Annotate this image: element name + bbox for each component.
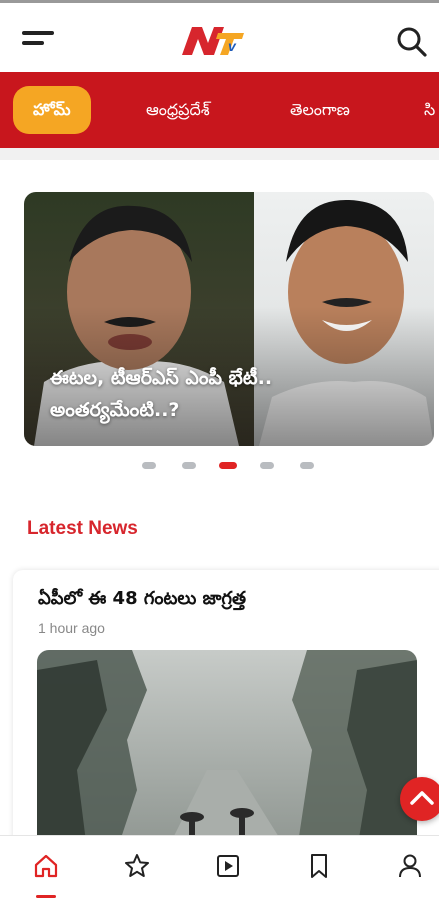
slider-dot[interactable] — [142, 462, 156, 469]
category-tab-bar: హోమ్ ఆంధ్రప్రదేశ్ తెలంగాణ సి — [0, 72, 439, 148]
ntv-logo[interactable]: v — [178, 21, 248, 61]
user-icon — [399, 854, 421, 878]
slider-dot[interactable] — [300, 462, 314, 469]
tab-more[interactable]: సి — [424, 86, 435, 134]
chevron-up-icon — [410, 791, 434, 805]
news-card-image[interactable] — [37, 650, 417, 850]
hamburger-menu-icon[interactable] — [22, 29, 56, 51]
tab-andhra-pradesh[interactable]: ఆంధ్రప్రదేశ్ — [146, 86, 210, 134]
nav-videos[interactable] — [212, 850, 244, 882]
svg-text:v: v — [228, 38, 237, 54]
slider-dot[interactable] — [260, 462, 274, 469]
divider — [0, 148, 439, 160]
slider-pagination — [0, 460, 439, 472]
search-icon[interactable] — [395, 25, 429, 59]
featured-slider[interactable]: ఈటల, టీఆర్ఎస్ ఎంపీ భేటీ.. అంతర్యమేంటి..? — [24, 192, 434, 446]
scroll-to-top-button[interactable] — [400, 777, 439, 821]
bookmark-icon — [311, 854, 327, 878]
top-app-bar: v — [0, 0, 439, 72]
nav-profile[interactable] — [394, 850, 426, 882]
nav-bookmarks[interactable] — [303, 850, 335, 882]
news-card[interactable]: ఏపీలో ఈ 48 గంటలు జాగ్రత్త 1 hour ago — [13, 570, 439, 850]
video-play-icon — [217, 855, 239, 877]
nav-active-indicator — [36, 895, 56, 898]
tab-telangana[interactable]: తెలంగాణ — [290, 86, 350, 134]
section-title-latest-news: Latest News — [27, 518, 138, 539]
slider-dot-active[interactable] — [219, 462, 237, 469]
home-icon — [34, 854, 58, 878]
star-icon — [125, 854, 149, 877]
news-card-timestamp: 1 hour ago — [38, 620, 105, 636]
nav-home[interactable] — [30, 850, 62, 882]
tab-home[interactable]: హోమ్ — [13, 86, 91, 134]
news-card-title[interactable]: ఏపీలో ఈ 48 గంటలు జాగ్రత్త — [38, 588, 246, 613]
nav-favorites[interactable] — [121, 850, 153, 882]
bottom-navigation — [0, 835, 439, 900]
main-content: ఈటల, టీఆర్ఎస్ ఎంపీ భేటీ.. అంతర్యమేంటి..?… — [0, 160, 439, 850]
slide-caption[interactable]: ఈటల, టీఆర్ఎస్ ఎంపీ భేటీ.. అంతర్యమేంటి..? — [50, 362, 334, 426]
app-screen: v హోమ్ ఆంధ్రప్రదేశ్ తెలంగాణ సి ఈటల, టీఆర… — [0, 0, 439, 900]
slider-dot[interactable] — [182, 462, 196, 469]
